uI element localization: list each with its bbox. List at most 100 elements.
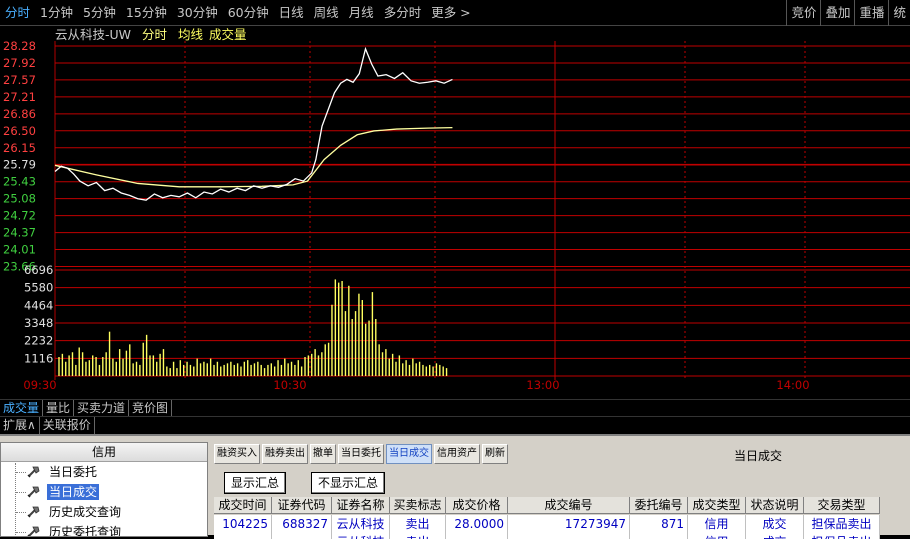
result-panel: 融资买入 融券卖出 撤单 当日委托 当日成交 信用资产 刷新 当日成交 显示汇总 不显示汇总… [214, 442, 910, 539]
extension-tab[interactable]: 扩展∧ [0, 417, 40, 434]
toolbar-button[interactable]: 当日委托 [338, 444, 384, 464]
tree-item-label: 当日委托 [49, 465, 98, 479]
price-tick: 25.08 [3, 192, 36, 206]
time-tick: 09:30 [23, 378, 56, 392]
price-tick: 25.43 [3, 175, 36, 189]
volume-label: 成交量 [209, 27, 247, 42]
indicator-tab[interactable]: 量比 [43, 400, 75, 416]
toolbar-button[interactable]: 融资买入 [214, 444, 260, 464]
chart-header: 云从科技-UW 分时 均线 成交量 [55, 27, 254, 43]
period-toolbar: 分时 1分钟 5分钟 15分钟 30分钟 60分钟 日线 周线 月线 多分时 更多 > 竞价 叠加 重播统 [0, 0, 910, 26]
column-header[interactable]: 证券名称 [332, 497, 390, 514]
period-tab[interactable]: 1分钟 [35, 0, 78, 26]
tree-connector [16, 492, 26, 493]
stock-name: 云从科技-UW [55, 27, 132, 42]
table-row[interactable]: 104225 688327 云从科技 卖出 28.0000 17273947 871 信用 成交… [214, 515, 880, 533]
price-tick: 24.37 [3, 226, 36, 240]
period-tab[interactable]: 月线 [344, 0, 379, 26]
volume-tick: 2232 [24, 334, 53, 348]
table-cell [446, 533, 508, 539]
column-header[interactable]: 买卖标志 [390, 497, 446, 514]
column-header[interactable]: 成交类型 [688, 497, 746, 514]
mode-label: 分时 [142, 27, 168, 42]
price-tick: 28.28 [3, 39, 36, 53]
table-cell: 信用 [688, 515, 746, 533]
volume-tick: 5580 [24, 281, 53, 295]
period-tab[interactable]: 5分钟 [78, 0, 121, 26]
tree-item-label: 历史成交查询 [49, 505, 122, 519]
column-header[interactable]: 成交价格 [446, 497, 508, 514]
indicator-tab[interactable]: 成交量 [0, 400, 44, 416]
avg-price-line [54, 126, 453, 188]
right-tab[interactable]: 竞价 [786, 0, 820, 26]
table-cell: 担保品卖出 [804, 533, 880, 539]
time-tick: 10:30 [273, 378, 306, 392]
right-tab[interactable]: 重播 [854, 0, 888, 26]
volume-tick: 6696 [24, 263, 53, 277]
indicator-tab[interactable]: 竞价图 [129, 400, 173, 416]
table-row[interactable]: 云从科技卖出 信用成交担保品卖出 [214, 533, 880, 539]
table-cell: 871 [630, 515, 688, 533]
toolbar-button[interactable]: 融券卖出 [262, 444, 308, 464]
table-cell: 云从科技 [332, 533, 390, 539]
indicator-tab[interactable]: 买卖力道 [74, 400, 130, 416]
tree-item[interactable]: 当日成交 [1, 482, 207, 502]
table-cell [272, 533, 332, 539]
tree-connector [16, 472, 26, 473]
credit-tree: 信用 当日委托 当日成交 历史成交查询 历史委托查询 [0, 442, 208, 537]
trade-panel: 信用 当日委托 当日成交 历史成交查询 历史委托查询 融资买入 融券卖出 撤单 当日委托 当日… [0, 434, 910, 539]
toolbar-button[interactable]: 刷新 [482, 444, 508, 464]
period-tab[interactable]: 日线 [274, 0, 309, 26]
period-tab[interactable]: 多分时 [379, 0, 427, 26]
table-cell [214, 533, 272, 539]
column-header[interactable]: 成交编号 [508, 497, 630, 514]
table-cell: 信用 [688, 533, 746, 539]
intraday-chart: 28.28 27.92 27.57 27.21 26.86 26.50 26.15 25.79… [3, 39, 910, 392]
toolbar-button[interactable]: 当日成交 [386, 444, 432, 464]
hammer-icon [27, 486, 40, 498]
extension-tabs: 扩展∧ 关联报价 [0, 416, 910, 434]
time-tick: 13:00 [526, 378, 559, 392]
table-cell: 成交 [746, 533, 804, 539]
column-header[interactable]: 证券代码 [272, 497, 332, 514]
time-tick: 14:00 [776, 378, 809, 392]
tree-connector [16, 532, 26, 533]
show-summary-button[interactable]: 显示汇总 [224, 472, 287, 494]
hammer-icon [27, 526, 40, 536]
tree-item[interactable]: 当日委托 [1, 462, 207, 482]
toolbar-button[interactable]: 撤单 [310, 444, 336, 464]
price-tick: 26.50 [3, 124, 36, 138]
volume-tick: 4464 [24, 298, 53, 312]
hammer-icon [27, 466, 40, 478]
hide-summary-button[interactable]: 不显示汇总 [311, 472, 386, 494]
right-tab[interactable]: 统 [888, 0, 910, 26]
toolbar-button[interactable]: 信用资产 [434, 444, 480, 464]
column-header[interactable]: 交易类型 [804, 497, 880, 514]
period-tab[interactable]: 15分钟 [121, 0, 172, 26]
column-header[interactable]: 状态说明 [746, 497, 804, 514]
price-tick: 24.01 [3, 243, 36, 257]
table-cell: 成交 [746, 515, 804, 533]
table-header: 成交时间 证券代码 证券名称 买卖标志 成交价格 成交编号 委托编号 成交类型 状态说明 交易类型 [214, 497, 880, 515]
hammer-icon [27, 506, 40, 518]
column-header[interactable]: 成交时间 [214, 497, 272, 514]
table-cell: 104225 [214, 515, 272, 533]
price-tick: 26.86 [3, 107, 36, 121]
price-tick: 27.21 [3, 90, 36, 104]
period-tab[interactable]: 30分钟 [172, 0, 223, 26]
table-cell: 担保品卖出 [804, 515, 880, 533]
table-cell: 卖出 [390, 533, 446, 539]
period-tab[interactable]: 60分钟 [223, 0, 274, 26]
right-tab[interactable]: 叠加 [820, 0, 854, 26]
period-tab[interactable]: 周线 [309, 0, 344, 26]
period-tab[interactable]: 更多 > [426, 0, 475, 26]
extension-tab[interactable]: 关联报价 [40, 417, 95, 434]
price-tick: 25.79 [3, 158, 36, 172]
tree-item-label: 当日成交 [47, 484, 100, 500]
column-header[interactable]: 委托编号 [630, 497, 688, 514]
volume-tick: 1116 [24, 351, 53, 365]
period-tab[interactable]: 分时 [0, 0, 35, 26]
action-toolbar: 融资买入 融券卖出 撤单 当日委托 当日成交 信用资产 刷新 [214, 444, 510, 466]
tree-item[interactable]: 历史成交查询 [1, 502, 207, 522]
table-cell [630, 533, 688, 539]
